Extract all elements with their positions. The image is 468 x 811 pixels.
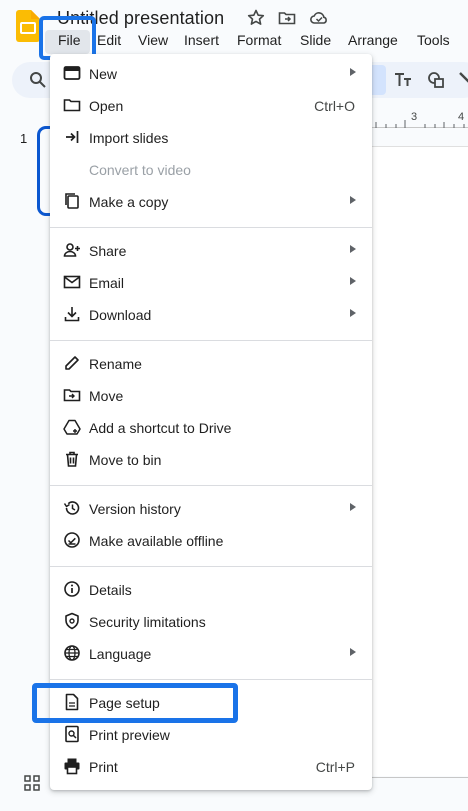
text-box-icon[interactable] bbox=[393, 70, 413, 90]
menu-item-rename[interactable]: Rename bbox=[50, 348, 372, 380]
slide-number: 1 bbox=[20, 131, 28, 146]
print-preview-icon bbox=[65, 725, 79, 743]
menu-tools[interactable]: Tools bbox=[417, 32, 450, 48]
speaker-notes-divider bbox=[372, 777, 468, 778]
menu-item-label: Details bbox=[89, 582, 132, 598]
cloud-saved-icon[interactable] bbox=[309, 8, 329, 28]
printer-icon bbox=[64, 758, 80, 775]
copy-icon bbox=[65, 193, 79, 209]
menu-item-label: Make available offline bbox=[89, 533, 224, 549]
menu-item-label: Open bbox=[89, 98, 124, 114]
menu-insert[interactable]: Insert bbox=[184, 32, 219, 48]
folder-icon bbox=[63, 99, 81, 112]
menu-item-label: Version history bbox=[89, 501, 181, 517]
menu-item-email[interactable]: Email bbox=[50, 267, 372, 299]
submenu-arrow-icon bbox=[350, 245, 356, 253]
menu-item-import-slides[interactable]: Import slides bbox=[50, 122, 372, 154]
menu-item-security-limitations[interactable]: Security limitations bbox=[50, 606, 372, 638]
move-to-folder-icon[interactable] bbox=[277, 8, 297, 28]
menu-item-make-a-copy[interactable]: Make a copy bbox=[50, 186, 372, 218]
ruler-label: 3 bbox=[411, 111, 418, 123]
menu-separator bbox=[50, 485, 372, 486]
star-icon[interactable] bbox=[246, 8, 266, 28]
menu-item-label: Share bbox=[89, 243, 127, 259]
line-tool-icon[interactable] bbox=[457, 70, 468, 90]
trash-icon bbox=[66, 451, 78, 467]
menu-item-move-to-bin[interactable]: Move to bin bbox=[50, 444, 372, 476]
menu-item-print-preview[interactable]: Print preview bbox=[50, 719, 372, 751]
pencil-icon bbox=[65, 356, 79, 370]
menu-separator bbox=[50, 340, 372, 341]
email-icon bbox=[63, 275, 81, 289]
menu-item-label: Make a copy bbox=[89, 194, 169, 210]
menu-separator bbox=[50, 679, 372, 680]
menu-item-add-shortcut-to-drive[interactable]: Add a shortcut to Drive bbox=[50, 412, 372, 444]
shortcut-label: Ctrl+O bbox=[314, 98, 355, 114]
menu-item-label: Language bbox=[89, 646, 152, 662]
menu-item-new[interactable]: New bbox=[50, 58, 372, 90]
search-menus-icon[interactable] bbox=[28, 70, 48, 90]
slide-canvas[interactable] bbox=[372, 146, 468, 776]
history-icon bbox=[63, 501, 80, 515]
new-presentation-icon bbox=[63, 66, 81, 80]
drive-shortcut-icon bbox=[63, 419, 81, 435]
menu-arrange[interactable]: Arrange bbox=[348, 32, 398, 48]
menu-separator bbox=[50, 566, 372, 567]
offline-check-icon bbox=[64, 532, 80, 548]
menu-item-language[interactable]: Language bbox=[50, 638, 372, 670]
menu-edit[interactable]: Edit bbox=[97, 32, 121, 48]
shortcut-label: Ctrl+P bbox=[315, 759, 355, 775]
shape-icon[interactable] bbox=[426, 70, 446, 90]
grid-view-icon[interactable] bbox=[24, 775, 40, 791]
menu-item-details[interactable]: Details bbox=[50, 574, 372, 606]
person-add-icon bbox=[63, 243, 80, 257]
menu-item-label: New bbox=[89, 66, 118, 82]
menu-item-label: Add a shortcut to Drive bbox=[89, 420, 232, 436]
info-icon bbox=[64, 581, 80, 597]
menu-item-share[interactable]: Share bbox=[50, 235, 372, 267]
menu-item-version-history[interactable]: Version history bbox=[50, 493, 372, 525]
download-icon bbox=[64, 307, 80, 322]
menu-item-print[interactable]: Print Ctrl+P bbox=[50, 751, 372, 783]
file-menu: New Open Ctrl+O Import slides Convert to… bbox=[50, 54, 372, 790]
submenu-arrow-icon bbox=[350, 309, 356, 317]
menu-item-label: Download bbox=[89, 307, 152, 323]
menu-item-convert-to-video: Convert to video bbox=[50, 154, 372, 186]
page-setup-highlight bbox=[32, 683, 238, 723]
menu-item-label: Import slides bbox=[89, 130, 169, 146]
menu-format[interactable]: Format bbox=[237, 32, 281, 48]
submenu-arrow-icon bbox=[350, 648, 356, 656]
menu-item-label: Move to bin bbox=[89, 452, 162, 468]
submenu-arrow-icon bbox=[350, 68, 356, 76]
menu-item-download[interactable]: Download bbox=[50, 299, 372, 331]
import-icon bbox=[66, 131, 79, 143]
menu-separator bbox=[50, 227, 372, 228]
menu-item-open[interactable]: Open Ctrl+O bbox=[50, 90, 372, 122]
menu-item-make-available-offline[interactable]: Make available offline bbox=[50, 525, 372, 557]
submenu-arrow-icon bbox=[350, 503, 356, 511]
menu-item-move[interactable]: Move bbox=[50, 380, 372, 412]
menu-slide[interactable]: Slide bbox=[300, 32, 331, 48]
menu-item-label: Move bbox=[89, 388, 124, 404]
ruler-label: 4 bbox=[458, 111, 465, 123]
menu-item-label: Rename bbox=[89, 356, 142, 372]
menu-item-label: Print bbox=[89, 759, 118, 775]
horizontal-ruler: 3 4 bbox=[372, 111, 468, 128]
menu-item-label: Print preview bbox=[89, 727, 170, 743]
menu-item-label: Security limitations bbox=[89, 614, 206, 630]
menu-view[interactable]: View bbox=[138, 32, 168, 48]
ruler-ticks bbox=[375, 120, 465, 128]
menu-item-label: Convert to video bbox=[89, 162, 191, 178]
menu-item-label: Email bbox=[89, 275, 125, 291]
move-folder-icon bbox=[63, 389, 81, 402]
shield-icon bbox=[65, 612, 79, 630]
submenu-arrow-icon bbox=[350, 277, 356, 285]
submenu-arrow-icon bbox=[350, 196, 356, 204]
globe-icon bbox=[64, 645, 80, 661]
